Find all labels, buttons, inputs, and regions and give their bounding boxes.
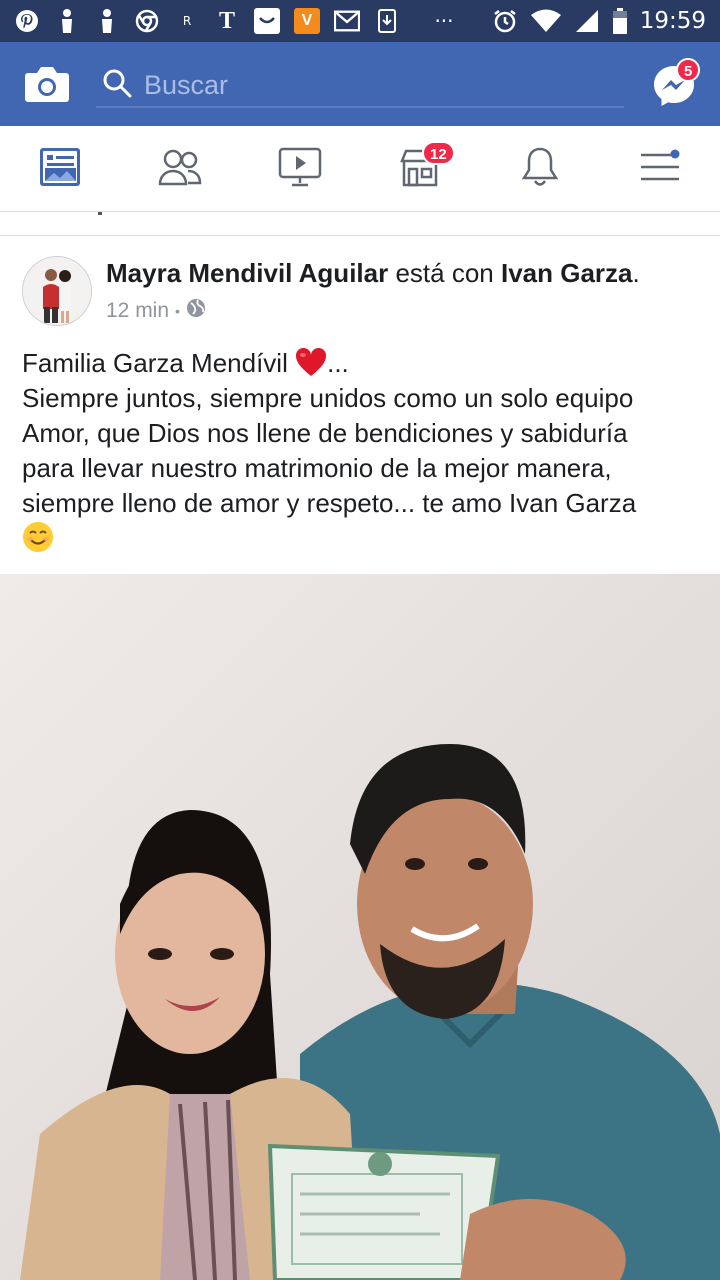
post-meta: 12 min • <box>106 298 206 324</box>
messenger-badge: 5 <box>676 58 701 82</box>
messenger-icon <box>652 66 696 112</box>
post-ellipsis: ... <box>327 348 349 378</box>
v-icon: V <box>294 8 320 34</box>
tab-friends[interactable] <box>120 126 240 212</box>
post-author-line: Mayra Mendivil Aguilar está con Ivan Gar… <box>106 258 640 289</box>
person-icon <box>94 8 120 34</box>
clock: 19:59 <box>639 8 706 34</box>
signal-icon <box>574 8 600 34</box>
author-name[interactable]: Mayra Mendivil Aguilar <box>106 258 388 288</box>
post-photo[interactable] <box>0 574 720 1280</box>
more-icon: ··· <box>434 9 454 33</box>
search-input[interactable]: Buscar <box>96 60 624 108</box>
friends-icon <box>158 148 202 191</box>
wifi-icon <box>530 8 562 34</box>
menu-icon <box>639 149 681 190</box>
post-line: Amor, que Dios nos llene de bendiciones … <box>22 418 628 448</box>
battery-icon <box>612 8 628 34</box>
app-icon <box>254 8 280 34</box>
chrome-icon <box>134 8 160 34</box>
news-feed-icon <box>39 147 81 192</box>
author-line-period: . <box>632 258 640 288</box>
post-line <box>22 521 702 557</box>
r-icon: R <box>182 14 192 28</box>
camera-icon[interactable] <box>24 64 70 104</box>
tab-notifications[interactable] <box>480 126 600 212</box>
globe-icon[interactable] <box>186 298 206 324</box>
mail-icon <box>334 8 360 34</box>
tab-news-feed[interactable] <box>0 126 120 212</box>
tab-marketplace[interactable]: 12 <box>360 126 480 212</box>
search-icon <box>102 68 132 98</box>
tab-watch[interactable] <box>240 126 360 212</box>
marketplace-badge: 12 <box>422 141 455 165</box>
alarm-icon <box>492 8 518 34</box>
person-icon <box>54 8 80 34</box>
previous-post-fragment <box>98 212 102 215</box>
bell-icon <box>520 146 560 193</box>
tab-menu[interactable] <box>600 126 720 212</box>
post-line: para llevar nuestro matrimonio de la mej… <box>22 453 612 483</box>
previous-post-edge <box>0 212 720 236</box>
pinterest-icon <box>14 8 40 34</box>
t-icon: T <box>218 7 235 34</box>
meta-dot: • <box>175 303 180 319</box>
search-placeholder: Buscar <box>144 70 229 100</box>
status-bar: R T V ··· 19:59 <box>0 0 720 42</box>
top-bar: Buscar 5 <box>0 42 720 126</box>
post-header: Mayra Mendivil Aguilar está con Ivan Gar… <box>0 244 720 334</box>
messenger-button[interactable]: 5 <box>652 58 701 108</box>
post-line: Siempre juntos, siempre unidos como un s… <box>22 383 634 413</box>
post-time[interactable]: 12 min <box>106 299 169 323</box>
couple-photo-illustration <box>0 574 720 1280</box>
watch-icon <box>278 147 322 192</box>
tab-bar: 12 <box>0 126 720 212</box>
with-text: está con <box>395 258 494 288</box>
heart-icon <box>295 347 327 377</box>
post-text: Familia Garza Mendívil ... Siempre junto… <box>22 346 702 557</box>
post-line: Familia Garza Mendívil ... <box>22 347 349 378</box>
download-icon <box>374 8 400 34</box>
avatar[interactable] <box>22 256 92 326</box>
tagged-name[interactable]: Ivan Garza <box>501 258 633 288</box>
smile-icon <box>22 521 54 552</box>
post-line: siempre lleno de amor y respeto... te am… <box>22 488 637 518</box>
